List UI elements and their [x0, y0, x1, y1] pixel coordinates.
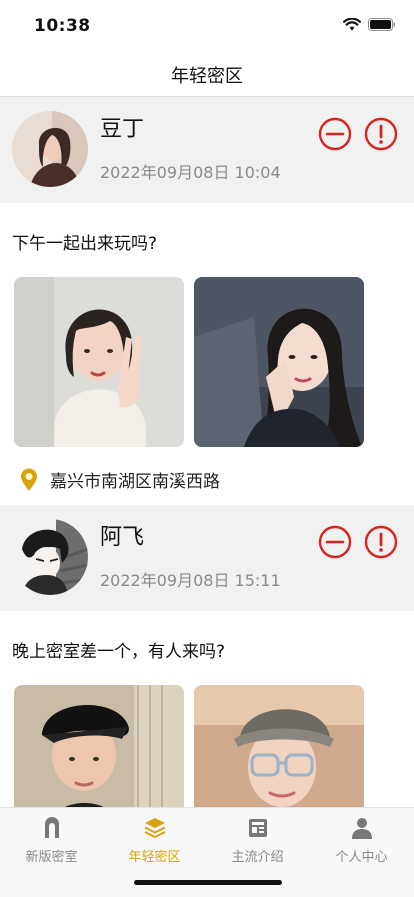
door-icon	[44, 817, 59, 838]
nav-bar: 年轻密区	[0, 52, 414, 97]
tab-label: 主流介绍	[231, 850, 284, 865]
page-title: 年轻密区	[171, 66, 243, 87]
post-text: 晚上密室差一个，有人来吗?	[12, 642, 226, 662]
username[interactable]: 豆丁	[100, 111, 144, 143]
layers-icon	[144, 818, 165, 838]
tab-label: 新版密室	[25, 850, 78, 865]
wifi-icon	[343, 18, 361, 31]
home-indicator[interactable]	[134, 880, 282, 885]
post-photo[interactable]	[14, 685, 184, 807]
avatar[interactable]	[12, 111, 88, 187]
tab-personal-center[interactable]: 个人中心	[310, 812, 413, 868]
news-icon	[248, 819, 267, 837]
person-icon	[351, 818, 372, 839]
battery-icon	[368, 18, 396, 31]
location-pin-icon	[21, 468, 37, 491]
post-feed[interactable]: 豆丁 2022年09月08日 10:04 下午一起出来玩吗? 嘉兴市南湖区南溪西…	[0, 97, 414, 807]
post-time: 2022年09月08日 10:04	[100, 163, 281, 182]
post-header: 豆丁 2022年09月08日 10:04	[0, 97, 414, 203]
post-text: 下午一起出来玩吗?	[12, 234, 158, 254]
location-text: 嘉兴市南湖区南溪西路	[50, 472, 220, 492]
tab-new-escape-room[interactable]: 新版密室	[0, 812, 103, 868]
status-bar: 10:38	[0, 0, 414, 52]
post-header: 阿飞 2022年09月08日 15:11	[0, 505, 414, 611]
tab-young-zone[interactable]: 年轻密区	[103, 812, 206, 868]
report-icon[interactable]	[364, 525, 398, 559]
post-photo[interactable]	[194, 685, 364, 807]
status-time: 10:38	[34, 16, 91, 36]
report-icon[interactable]	[364, 117, 398, 151]
post-time: 2022年09月08日 15:11	[100, 571, 281, 590]
post-photo[interactable]	[14, 277, 184, 447]
username[interactable]: 阿飞	[100, 519, 144, 551]
tab-mainstream-intro[interactable]: 主流介绍	[206, 812, 309, 868]
tab-label: 年轻密区	[128, 850, 181, 865]
tab-label: 个人中心	[335, 850, 388, 865]
minus-circle-icon[interactable]	[318, 117, 352, 151]
post-photo[interactable]	[194, 277, 364, 447]
minus-circle-icon[interactable]	[318, 525, 352, 559]
avatar[interactable]	[12, 519, 88, 595]
